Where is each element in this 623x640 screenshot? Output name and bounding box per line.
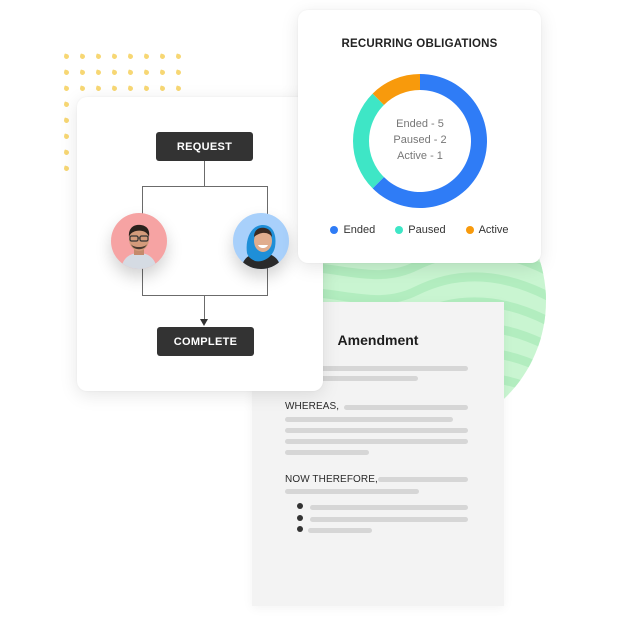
- text-placeholder: [344, 405, 468, 410]
- approval-flow-card: REQUEST COMPLETE: [77, 97, 323, 391]
- decorative-dot: [159, 69, 166, 76]
- connector-line: [204, 295, 205, 321]
- legend-label: Active: [478, 224, 509, 236]
- decorative-dot: [127, 85, 134, 92]
- legend-dot-icon: [395, 226, 404, 234]
- chart-legend: Ended Paused Active: [298, 224, 541, 236]
- connector-line: [204, 161, 205, 187]
- text-placeholder: [310, 505, 468, 510]
- legend-item-active[interactable]: Active: [465, 224, 509, 236]
- legend-item-paused[interactable]: Paused: [395, 224, 446, 236]
- connector-line: [142, 186, 268, 187]
- decorative-dot: [63, 85, 70, 92]
- legend-item-ended[interactable]: Ended: [330, 224, 375, 236]
- decorative-dot: [95, 53, 102, 60]
- legend-dot-icon: [465, 226, 474, 234]
- donut-slice-active[interactable]: [372, 74, 420, 105]
- text-placeholder: [285, 450, 369, 455]
- text-placeholder: [310, 517, 468, 522]
- decorative-dot: [95, 85, 102, 92]
- decorative-dot: [63, 69, 70, 76]
- connector-line: [142, 295, 268, 296]
- decorative-dot: [63, 149, 70, 156]
- arrow-down-icon: [200, 319, 208, 326]
- man-portrait-icon: [121, 224, 157, 269]
- decorative-dot: [159, 85, 166, 92]
- complete-step[interactable]: COMPLETE: [157, 327, 254, 356]
- text-placeholder: [285, 489, 419, 494]
- avatar-reviewer-woman: [233, 213, 289, 269]
- avatar-reviewer-man: [111, 213, 167, 269]
- legend-label: Paused: [408, 224, 446, 236]
- decorative-dot: [175, 85, 182, 92]
- decorative-dot: [111, 53, 118, 60]
- request-step[interactable]: REQUEST: [156, 132, 253, 161]
- woman-portrait-icon: [241, 225, 281, 269]
- decorative-dot: [79, 53, 86, 60]
- center-line-ended: Ended - 5: [396, 118, 444, 130]
- center-line-active: Active - 1: [397, 150, 443, 162]
- text-placeholder: [285, 417, 453, 422]
- donut-center-summary: Ended - 5 Paused - 2 Active - 1: [370, 116, 470, 164]
- decorative-dot: [63, 165, 70, 172]
- decorative-dot: [63, 101, 70, 108]
- text-placeholder: [285, 439, 468, 444]
- decorative-dot: [63, 117, 70, 124]
- decorative-dot: [111, 69, 118, 76]
- decorative-dot: [159, 53, 166, 60]
- decorative-dot: [143, 85, 150, 92]
- now-therefore-label: NOW THEREFORE,: [285, 474, 378, 485]
- legend-dot-icon: [330, 226, 339, 234]
- recurring-obligations-card: RECURRING OBLIGATIONS Ended - 5 Paused -…: [298, 10, 541, 263]
- bullet-point: [297, 503, 303, 509]
- bullet-point: [297, 515, 303, 521]
- center-line-paused: Paused - 2: [393, 134, 447, 146]
- legend-label: Ended: [343, 224, 376, 236]
- decorative-dot: [175, 69, 182, 76]
- whereas-label: WHEREAS,: [285, 401, 340, 412]
- decorative-dot: [79, 85, 86, 92]
- decorative-dot: [127, 69, 134, 76]
- chart-title: RECURRING OBLIGATIONS: [341, 38, 498, 50]
- text-placeholder: [285, 428, 468, 433]
- decorative-dot: [143, 69, 150, 76]
- text-placeholder: [308, 528, 372, 533]
- text-placeholder: [378, 477, 468, 482]
- bullet-point: [297, 526, 303, 532]
- decorative-dot: [143, 53, 150, 60]
- decorative-dot: [111, 85, 118, 92]
- decorative-dot: [175, 53, 182, 60]
- decorative-dot: [63, 53, 70, 60]
- decorative-dot: [79, 69, 86, 76]
- decorative-dot: [95, 69, 102, 76]
- decorative-dot: [127, 53, 134, 60]
- decorative-dot: [63, 133, 70, 140]
